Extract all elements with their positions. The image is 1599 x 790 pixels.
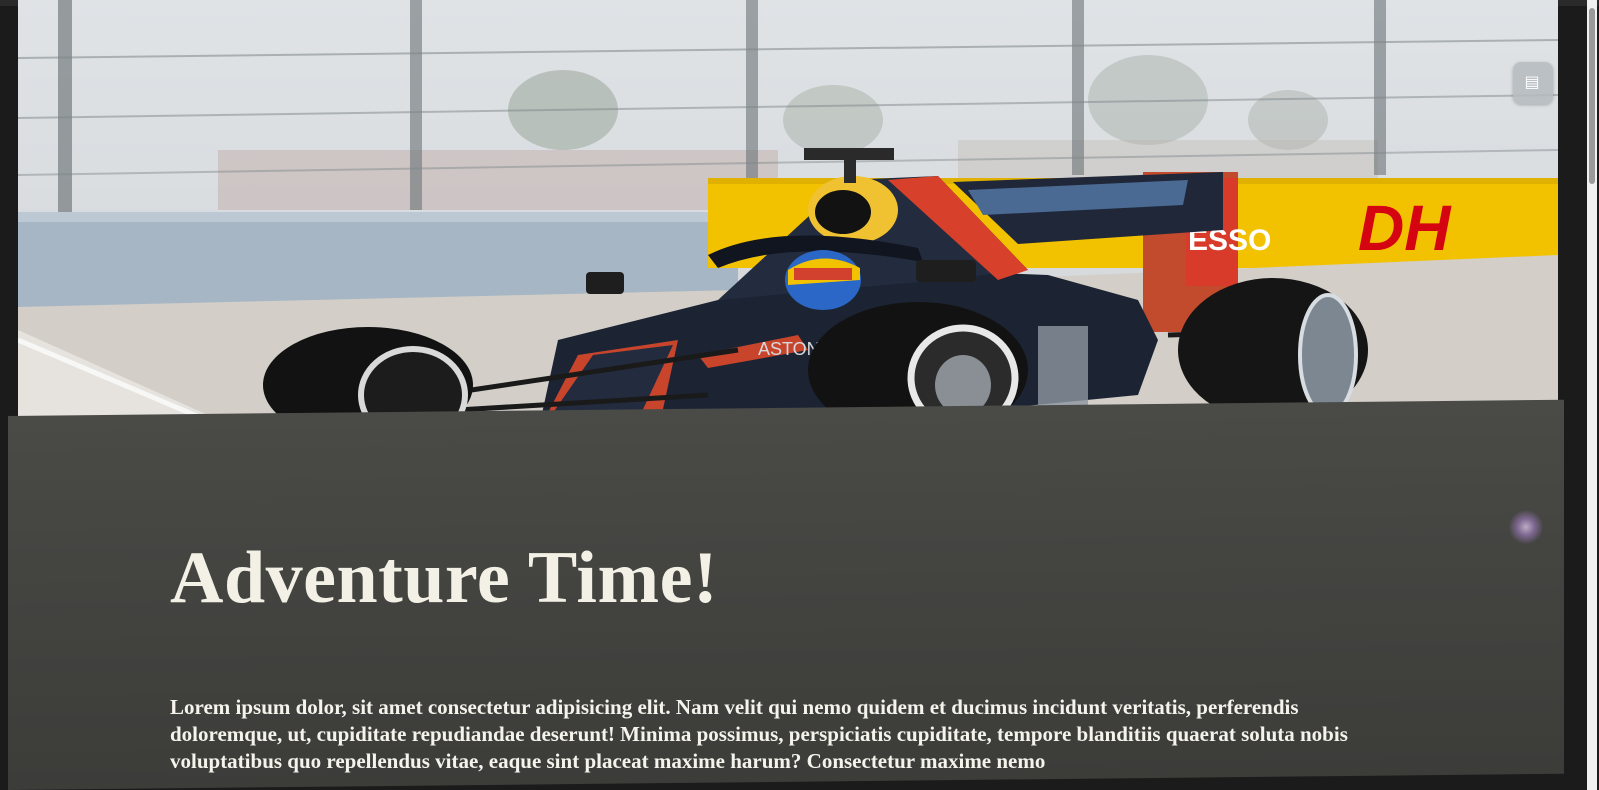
- vertical-scrollbar[interactable]: [1587, 0, 1597, 790]
- hero-image: DH ESSO ASTON MA: [18, 0, 1558, 442]
- screen-reflection: [1508, 510, 1544, 544]
- race-car-illustration: DH ESSO ASTON MA: [18, 0, 1558, 442]
- article-body: Lorem ipsum dolor, sit amet consectetur …: [170, 695, 1348, 773]
- page-title: Adventure Time!: [170, 537, 719, 619]
- layers-icon: ▤: [1524, 72, 1540, 91]
- article-section: Adventure Time! Lorem ipsum dolor, sit a…: [8, 399, 1564, 790]
- scrollbar-thumb[interactable]: [1589, 8, 1595, 184]
- banner-text: DH: [1358, 192, 1452, 264]
- browser-screen: DH ESSO ASTON MA ▤ Adventure Time! Lorem…: [0, 0, 1599, 790]
- layers-button[interactable]: ▤: [1513, 62, 1553, 104]
